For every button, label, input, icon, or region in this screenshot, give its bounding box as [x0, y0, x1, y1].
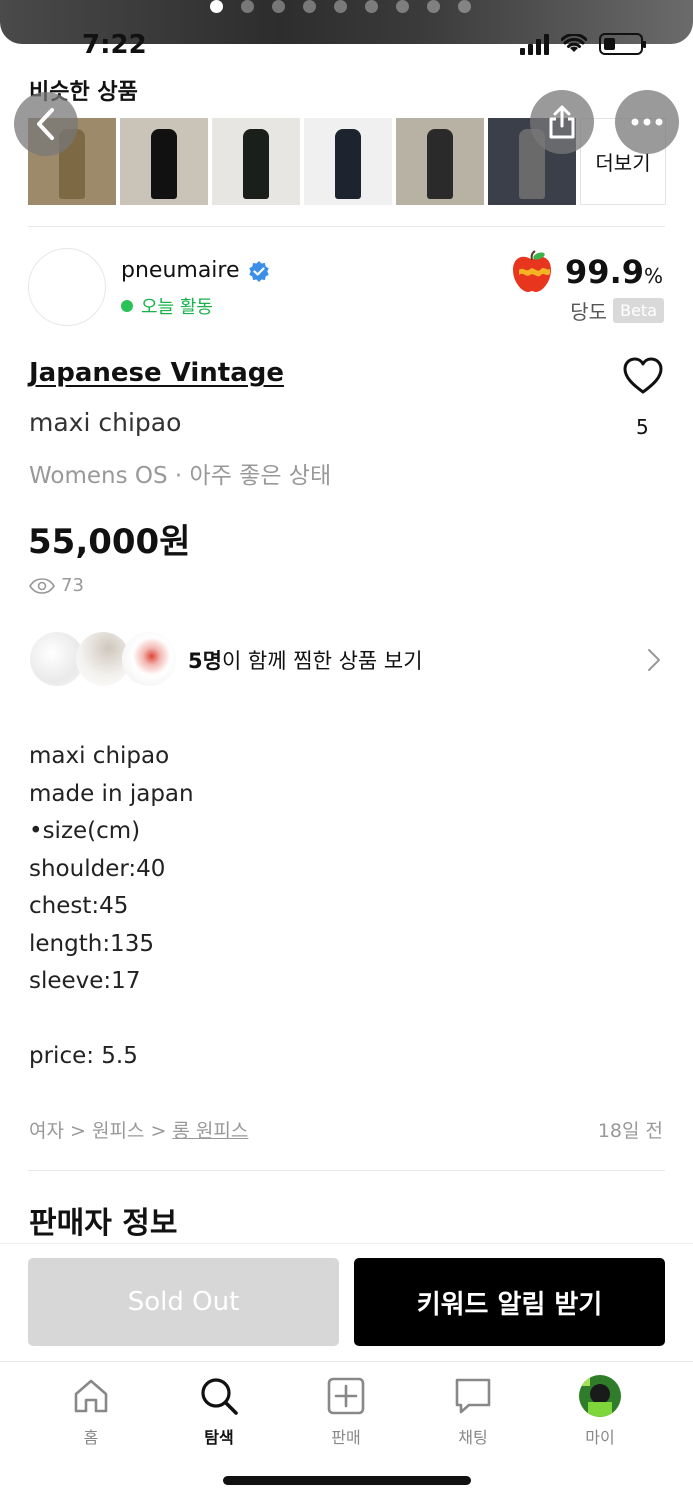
product-price: 55,000원: [28, 522, 191, 562]
wisher-avatar: [122, 632, 176, 686]
product-figure: [243, 129, 269, 199]
carousel-dot: [396, 0, 409, 13]
status-time: 7:22: [82, 30, 147, 60]
view-count-value: 73: [61, 575, 84, 596]
seller-activity: 오늘 활동: [121, 293, 213, 319]
carousel-dot: [365, 0, 378, 13]
carousel-page-indicator: [210, 0, 471, 13]
tab-label: 탐색: [204, 1428, 234, 1447]
tab-label: 홈: [83, 1428, 99, 1447]
brand-link[interactable]: Japanese Vintage: [29, 358, 284, 388]
product-size-condition: Womens OS · 아주 좋은 상태: [29, 463, 332, 489]
beta-badge: Beta: [613, 298, 664, 323]
tab-label: 마이: [585, 1428, 615, 1447]
rating-value: 99.9%: [565, 253, 663, 291]
seller-name-row[interactable]: pneumaire: [121, 258, 270, 283]
wishlist-text: 5명이 함께 찜한 상품 보기: [188, 649, 423, 673]
seller-rating[interactable]: 99.9%: [509, 250, 663, 294]
back-button[interactable]: [14, 92, 78, 156]
chat-icon: [451, 1374, 495, 1418]
status-icons: [520, 33, 646, 55]
carousel-dot: [427, 0, 440, 13]
carousel-dot: [303, 0, 316, 13]
tab-label: 채팅: [458, 1428, 488, 1447]
apple-rating-icon: [513, 250, 552, 292]
category-link[interactable]: 롱 원피스: [172, 1120, 248, 1142]
wishlist-together-row[interactable]: 5명이 함께 찜한 상품 보기: [28, 628, 665, 692]
plus-square-icon: [324, 1374, 368, 1418]
similar-product-thumbnail[interactable]: [304, 118, 392, 205]
battery-icon: [599, 33, 646, 55]
posted-time: 18일 전: [597, 1120, 663, 1142]
divider: [28, 1170, 665, 1171]
carousel-dot: [210, 0, 223, 13]
wifi-icon: [561, 34, 587, 52]
similar-product-thumbnail[interactable]: [212, 118, 300, 205]
tab-search[interactable]: 탐색: [169, 1374, 269, 1448]
product-figure: [151, 129, 177, 199]
category-path: 여자 > 원피스 >: [29, 1120, 173, 1142]
carousel-dot: [272, 0, 285, 13]
similar-product-thumbnail[interactable]: [120, 118, 208, 205]
keyword-alert-button[interactable]: 키워드 알림 받기: [354, 1258, 665, 1346]
share-button[interactable]: [530, 90, 594, 154]
tab-chat[interactable]: 채팅: [423, 1374, 523, 1448]
search-icon: [197, 1374, 241, 1418]
bottom-action-bar: Sold Out 키워드 알림 받기: [0, 1243, 693, 1361]
product-figure: [427, 129, 453, 199]
home-indicator: [223, 1476, 471, 1485]
sold-out-button[interactable]: Sold Out: [28, 1258, 339, 1346]
seller-name: pneumaire: [121, 258, 240, 283]
online-dot-icon: [121, 300, 133, 312]
ellipsis-icon: [631, 118, 663, 126]
product-description: maxi chipao made in japan •size(cm) shou…: [29, 743, 194, 1069]
like-heart-icon[interactable]: [622, 356, 664, 396]
view-count: 73: [29, 575, 84, 596]
chevron-left-icon: [37, 108, 54, 140]
activity-label: 오늘 활동: [141, 297, 213, 318]
category-breadcrumb: 여자 > 원피스 > 롱 원피스: [29, 1116, 248, 1143]
tab-sell[interactable]: 판매: [296, 1374, 396, 1448]
tab-home[interactable]: 홈: [41, 1374, 141, 1448]
profile-avatar-icon: [578, 1374, 622, 1418]
verified-badge-icon: [248, 260, 269, 282]
divider: [28, 226, 665, 227]
chevron-right-icon: [648, 649, 660, 671]
carousel-dot: [458, 0, 471, 13]
like-count: 5: [636, 415, 649, 439]
rating-label-row: 당도 Beta: [570, 296, 664, 325]
cellular-signal-icon: [520, 33, 549, 55]
rating-label: 당도: [570, 300, 608, 324]
wisher-avatars: [28, 628, 188, 692]
tab-label: 판매: [331, 1428, 361, 1447]
carousel-dot: [334, 0, 347, 13]
eye-icon: [29, 577, 55, 594]
tab-my[interactable]: 마이: [550, 1374, 650, 1448]
similar-product-thumbnail[interactable]: [396, 118, 484, 205]
product-title: maxi chipao: [29, 408, 182, 437]
home-icon: [69, 1374, 113, 1418]
carousel-dot: [241, 0, 254, 13]
seller-info-heading: 판매자 정보: [29, 1206, 178, 1241]
seller-avatar[interactable]: [28, 248, 106, 326]
product-figure: [335, 129, 361, 199]
more-options-button[interactable]: [615, 90, 679, 154]
share-icon: [549, 105, 575, 139]
